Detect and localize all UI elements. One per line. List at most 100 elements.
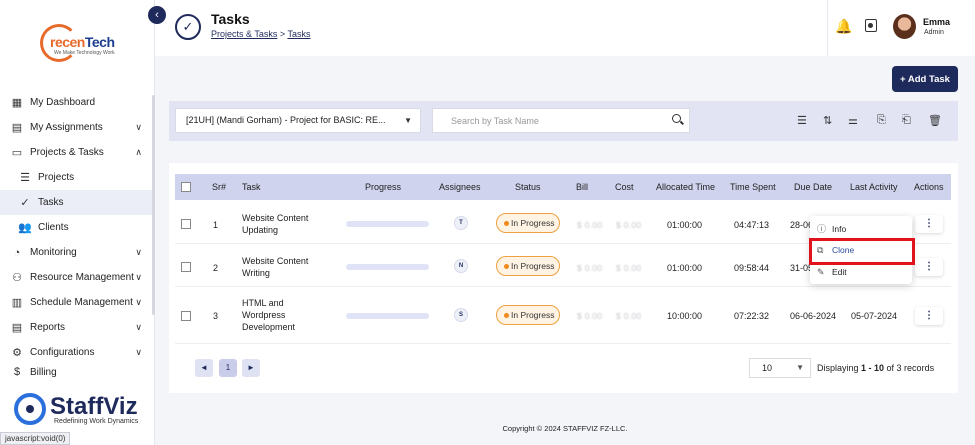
pagination-prev-button[interactable]: ◄ (195, 359, 213, 377)
sidebar-collapse-button[interactable]: ‹ (148, 6, 166, 24)
row-task-name[interactable]: Website Content Updating (242, 212, 322, 236)
staffviz-tagline: Redefining Work Dynamics (54, 418, 139, 425)
bell-icon[interactable]: 🔔 (835, 18, 852, 35)
trash-icon[interactable]: 🗑 (928, 114, 942, 127)
row-checkbox[interactable] (181, 311, 191, 321)
footer-copyright: Copyright © 2024 STAFFVIZ FZ-LLC. (502, 424, 628, 433)
menu-item-info[interactable]: ⓘ Info (810, 219, 912, 239)
assignee-avatar[interactable]: N (454, 259, 468, 273)
sidebar-item-projects[interactable]: ☰ Projects (0, 165, 152, 190)
row-actions-button[interactable]: ⋮ (915, 258, 943, 276)
sidebar-item-label: My Assignments (30, 122, 103, 133)
select-all-checkbox[interactable] (181, 182, 191, 192)
column-header-allocated-time[interactable]: Allocated Time (656, 182, 715, 192)
column-header-task[interactable]: Task (242, 182, 261, 192)
sidebar-item-tasks[interactable]: ✓ Tasks (0, 190, 152, 215)
id-badge-icon[interactable] (865, 19, 877, 32)
sidebar-item-label: Schedule Management (30, 297, 133, 308)
sidebar-item-my-assignments[interactable]: ▤ My Assignments ∨ (0, 115, 152, 140)
column-header-assignees: Assignees (439, 182, 481, 192)
filter-sliders-icon[interactable]: ⚌ (848, 114, 858, 127)
column-header-time-spent[interactable]: Time Spent (730, 182, 776, 192)
sort-icon[interactable]: ⇅ (823, 114, 832, 127)
staffviz-name: StaffViz (50, 393, 138, 420)
project-select[interactable]: [21UH] (Mandi Gorham) - Project for BASI… (175, 108, 421, 133)
sidebar-item-resource-management[interactable]: ⚇ Resource Management ∨ (0, 265, 152, 290)
cost-value: $ 0.00 (616, 311, 642, 321)
user-name[interactable]: Emma (923, 17, 950, 27)
company-logo: recenTech We Make Technology Work (40, 22, 118, 64)
column-header-progress[interactable]: Progress (365, 182, 401, 192)
row-checkbox[interactable] (181, 219, 191, 229)
sidebar-item-label: Projects & Tasks (30, 147, 104, 158)
user-role: Admin (924, 29, 944, 36)
projects-icon: ☰ (20, 172, 30, 184)
chevron-down-icon: ∨ (135, 272, 142, 282)
sidebar-item-label: Monitoring (30, 247, 77, 258)
page-title: Tasks (211, 11, 250, 27)
export-icon[interactable]: ⎗ (902, 114, 911, 127)
cost-value: $ 0.00 (616, 263, 642, 273)
edit-icon: ✎ (817, 267, 825, 277)
table-row: 3 HTML and Wordpress Development S In Pr… (175, 288, 951, 344)
caret-down-icon: ▼ (796, 363, 804, 372)
sidebar-item-my-dashboard[interactable]: ▦ My Dashboard (0, 90, 152, 115)
row-checkbox[interactable] (181, 262, 191, 272)
sidebar-item-schedule-management[interactable]: ▥ Schedule Management ∨ (0, 290, 152, 315)
logo-tagline: We Make Technology Work (54, 50, 115, 56)
allocated-time: 01:00:00 (667, 220, 703, 230)
sidebar-scrollbar[interactable] (152, 95, 155, 315)
column-header-status[interactable]: Status (515, 182, 541, 192)
status-badge: In Progress (496, 305, 560, 325)
gear-icon: ⚙ (12, 347, 22, 359)
list-view-icon[interactable]: ☰ (797, 114, 807, 127)
pagination-next-button[interactable]: ► (242, 359, 260, 377)
breadcrumb-tasks[interactable]: Tasks (287, 29, 310, 39)
bill-value: $ 0.00 (577, 220, 603, 230)
clone-highlight-box (809, 238, 915, 265)
sidebar-item-clients[interactable]: 👥 Clients (0, 215, 152, 240)
search-input[interactable] (433, 109, 663, 132)
sidebar-item-label: My Dashboard (30, 97, 96, 108)
search-box[interactable] (432, 108, 690, 133)
page-size-select[interactable]: 10 ▼ (749, 358, 811, 378)
sidebar-item-label: Configurations (30, 347, 95, 358)
chevron-down-icon: ∨ (135, 347, 142, 357)
task-name-line: Writing (242, 268, 270, 278)
sidebar-item-reports[interactable]: ▤ Reports ∨ (0, 315, 152, 340)
clients-icon: 👥 (18, 222, 32, 234)
sidebar-item-monitoring[interactable]: ◔ Monitoring ∨ (0, 240, 152, 265)
check-circle-icon: ✓ (175, 14, 201, 40)
column-header-last-activity[interactable]: Last Activity (850, 182, 898, 192)
import-icon[interactable]: ⎘ (877, 114, 886, 127)
sidebar-item-billing[interactable]: $ Billing (0, 365, 152, 379)
avatar[interactable] (893, 14, 916, 39)
chevron-down-icon: ∨ (135, 322, 142, 332)
column-header-due-date[interactable]: Due Date (794, 182, 832, 192)
header: ✓ Tasks Projects & Tasks > Tasks 🔔 Emma … (155, 0, 975, 56)
row-actions-button[interactable]: ⋮ (915, 215, 943, 233)
task-name-line: HTML and (242, 298, 284, 308)
row-actions-button[interactable]: ⋮ (915, 307, 943, 325)
sidebar-item-projects-tasks[interactable]: ▭ Projects & Tasks ∧ (0, 140, 152, 165)
progress-bar (346, 221, 429, 227)
status-badge: In Progress (496, 256, 560, 276)
pagination-page-1[interactable]: 1 (219, 359, 237, 377)
time-spent: 09:58:44 (734, 263, 770, 273)
sidebar-nav: ▦ My Dashboard ▤ My Assignments ∨ ▭ Proj… (0, 90, 152, 379)
sidebar-item-configurations[interactable]: ⚙ Configurations ∨ (0, 340, 152, 365)
assignee-avatar[interactable]: S (454, 308, 468, 322)
column-header-cost: Cost (615, 182, 634, 192)
sidebar-item-label: Reports (30, 322, 66, 333)
progress-bar (346, 313, 429, 319)
monitoring-icon: ◔ (13, 246, 21, 259)
assignee-avatar[interactable]: T (454, 216, 468, 230)
add-task-button[interactable]: + Add Task (892, 66, 958, 92)
breadcrumb-projects-tasks[interactable]: Projects & Tasks (211, 29, 277, 39)
sidebar-item-label: Projects (38, 172, 75, 183)
caret-down-icon: ▼ (404, 116, 412, 125)
row-task-name[interactable]: HTML and Wordpress Development (242, 297, 322, 333)
row-task-name[interactable]: Website Content Writing (242, 255, 322, 279)
search-icon[interactable] (672, 114, 681, 123)
menu-item-edit[interactable]: ✎ Edit (810, 262, 912, 282)
